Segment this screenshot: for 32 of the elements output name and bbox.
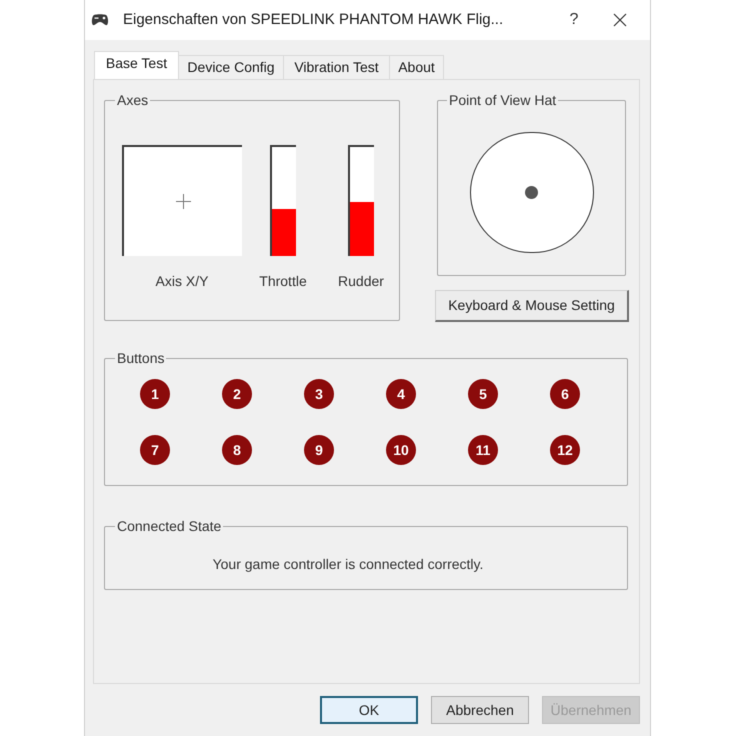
status-message: Your game controller is connected correctly. <box>212 555 484 574</box>
button-indicator: 10 <box>386 435 416 465</box>
tab[interactable]: Device Config <box>179 55 284 79</box>
button-indicator: 7 <box>140 435 170 465</box>
group-label: Connected State <box>116 518 222 534</box>
dialog-button[interactable]: Abbrechen <box>431 696 529 724</box>
crosshair-icon <box>176 194 190 209</box>
button-indicator: 8 <box>222 435 252 465</box>
tab[interactable]: About <box>390 55 444 79</box>
button-indicator: 5 <box>468 379 498 409</box>
tab[interactable]: Vibration Test <box>284 55 390 79</box>
dialog-button[interactable]: OK <box>320 696 418 724</box>
group-label: Point of View Hat <box>448 92 558 108</box>
group-label: Buttons <box>116 350 166 366</box>
keyboard-mouse-setting-button[interactable]: Keyboard & Mouse Setting <box>435 290 629 322</box>
button-indicator: 9 <box>304 435 334 465</box>
axis-label: Throttle <box>259 272 307 291</box>
axis-label: Rudder <box>338 272 384 291</box>
button-indicator: 11 <box>468 435 498 465</box>
button-indicator: 1 <box>140 379 170 409</box>
axis-label: Axis X/Y <box>156 272 208 291</box>
button-indicator: 4 <box>386 379 416 409</box>
group-label: Axes <box>116 92 150 108</box>
gamepad-icon <box>91 14 109 26</box>
button-indicator: 3 <box>304 379 334 409</box>
close-icon <box>613 13 627 27</box>
tab[interactable]: Base Test <box>94 51 179 79</box>
button-indicator: 12 <box>550 435 580 465</box>
button-indicator: 2 <box>222 379 252 409</box>
help-button[interactable]: ? <box>551 0 597 40</box>
button-indicator: 6 <box>550 379 580 409</box>
window-title: Eigenschaften von SPEEDLINK PHANTOM HAWK Flig... <box>123 10 504 30</box>
